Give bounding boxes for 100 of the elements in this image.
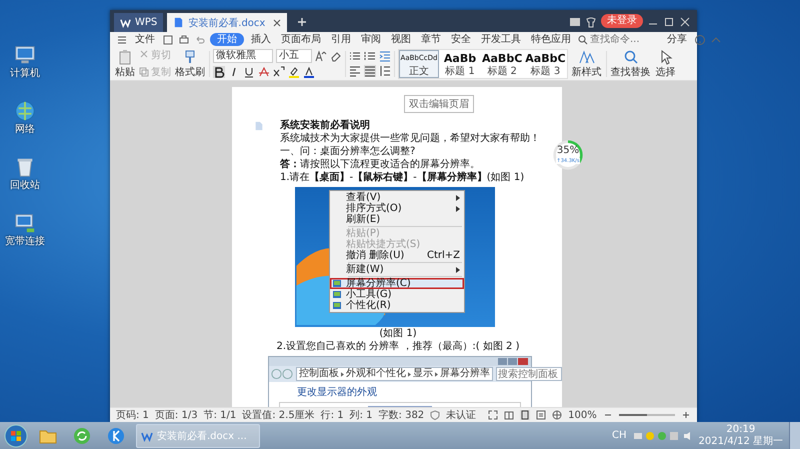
- font-size-select[interactable]: 小五: [276, 49, 312, 63]
- bold-icon[interactable]: [213, 66, 225, 78]
- align-left-icon[interactable]: [349, 65, 361, 77]
- context-menu-item[interactable]: 屏幕分辨率(C): [330, 278, 464, 289]
- chevron-icon: [408, 372, 411, 376]
- document-tab[interactable]: 安装前必看.docx: [167, 13, 288, 32]
- context-menu-item[interactable]: 排序方式(O): [330, 203, 464, 214]
- document-tab[interactable]: WPS: [114, 13, 164, 32]
- wps-logo-icon: [141, 430, 153, 442]
- close-icon[interactable]: [273, 18, 282, 26]
- context-menu-item[interactable]: 个性化(R): [330, 300, 464, 311]
- globe-icon[interactable]: [552, 410, 562, 420]
- figure-caption: (如图 1): [378, 327, 418, 340]
- refresh-icon[interactable]: [72, 426, 92, 446]
- document-icon: [173, 17, 184, 28]
- eraser-icon[interactable]: [330, 50, 342, 62]
- paste-button[interactable]: 粘贴: [114, 48, 136, 78]
- dialog-heading: 更改显示器的外观: [297, 386, 378, 399]
- highlight-icon[interactable]: [288, 66, 300, 78]
- find-replace-button[interactable]: 查找替换: [610, 48, 652, 78]
- help-icon[interactable]: [694, 34, 706, 46]
- header-hint[interactable]: 双击编辑页眉: [404, 95, 474, 113]
- save-icon[interactable]: [162, 34, 174, 46]
- strikethrough-icon[interactable]: [258, 66, 270, 78]
- paragraph: 系统城技术为大家提供一些常见问题，希望对大家有帮助！: [280, 132, 536, 145]
- fullscreen-icon[interactable]: [488, 410, 498, 420]
- superscript-icon[interactable]: [273, 66, 285, 78]
- chevron-icon: [341, 372, 344, 376]
- menu-tab[interactable]: 章节: [418, 33, 444, 46]
- outline-icon[interactable]: [536, 410, 546, 420]
- justify-icon[interactable]: [364, 65, 376, 77]
- k-logo-icon[interactable]: [106, 426, 126, 446]
- paragraph: 1.请在【桌面】-【鼠标右键】-【屏幕分辨率】(如图 1): [280, 171, 526, 184]
- context-menu-item[interactable]: 新建(W): [330, 264, 464, 275]
- select-button[interactable]: 选择: [654, 48, 677, 78]
- window-layout-icon[interactable]: [569, 16, 581, 28]
- page-view-icon[interactable]: [520, 410, 530, 420]
- underline-icon[interactable]: [243, 66, 255, 78]
- skin-icon[interactable]: [585, 16, 597, 28]
- bullet-list-icon[interactable]: [349, 50, 361, 62]
- certification-status[interactable]: 未认证: [446, 408, 476, 422]
- font-color-icon[interactable]: [303, 66, 315, 78]
- status-item: 设置值: 2.5厘米: [242, 408, 315, 422]
- new-tab-icon[interactable]: [297, 17, 308, 27]
- menu-tab[interactable]: 开发工具: [478, 33, 524, 46]
- login-button[interactable]: 未登录: [601, 14, 643, 28]
- share-button[interactable]: 分享: [664, 33, 690, 46]
- style-sample: AaBb: [444, 50, 476, 66]
- letters-icon: [578, 48, 595, 64]
- breadcrumb: 显示: [413, 368, 433, 380]
- menu-tab[interactable]: 视图: [388, 33, 414, 46]
- print-icon[interactable]: [178, 34, 190, 46]
- line-spacing-icon[interactable]: [379, 65, 391, 77]
- desktop-icon-label[interactable]: 宽带连接: [5, 234, 45, 248]
- maximize-icon[interactable]: [663, 16, 675, 28]
- desktop-icon-label[interactable]: 计算机: [10, 66, 40, 80]
- menu-tab[interactable]: 安全: [448, 33, 474, 46]
- zoom-level[interactable]: 100%: [568, 410, 597, 420]
- grow-font-icon[interactable]: [315, 50, 327, 62]
- style-sample: AaBbC: [482, 50, 522, 66]
- menu-tab[interactable]: 文件: [132, 33, 158, 46]
- style-sample: AaBbC: [525, 50, 566, 66]
- submenu-arrow-icon: [456, 266, 460, 272]
- context-menu-item[interactable]: 查看(V): [330, 192, 464, 203]
- menu-tab[interactable]: 页面布局: [278, 33, 324, 46]
- context-menu-item[interactable]: 撤消 删除(U) Ctrl+Z: [330, 250, 464, 261]
- numbered-list-icon[interactable]: [364, 50, 376, 62]
- menu-tab[interactable]: 插入: [248, 33, 274, 46]
- chevron-icon: [435, 372, 438, 376]
- status-item: 列: 1: [350, 409, 373, 422]
- computer-icon[interactable]: [14, 44, 36, 66]
- new-style-button[interactable]: 新样式: [570, 48, 603, 78]
- wps-logo-icon: [120, 17, 131, 28]
- desktop-icon-label[interactable]: 回收站: [10, 178, 40, 192]
- context-menu-item[interactable]: 小工具(G): [330, 289, 464, 300]
- book-icon[interactable]: [504, 410, 514, 420]
- start-button-icon[interactable]: [4, 424, 28, 448]
- command-search-field[interactable]: 查找命令...: [578, 34, 656, 45]
- menu-tab[interactable]: 特色应用: [528, 33, 574, 46]
- menu-tab[interactable]: 开始: [210, 33, 244, 46]
- status-item: 字数: 382: [378, 408, 424, 422]
- network-connection-icon[interactable]: [14, 212, 36, 234]
- menu-tab[interactable]: 引用: [328, 33, 354, 46]
- undo-icon[interactable]: [194, 34, 206, 46]
- search-icon: [578, 34, 588, 44]
- paragraph: 2.设置您自己喜欢的 分辨率 ，推荐（最高）:( 如图 2 ): [276, 340, 520, 353]
- indent-icon[interactable]: [379, 50, 391, 62]
- desktop-icon-label[interactable]: 网络: [15, 122, 35, 136]
- scissors-icon: [139, 50, 149, 60]
- menu-tab[interactable]: 审阅: [358, 33, 384, 46]
- paragraph: 一、问：桌面分辨率怎么调整?: [280, 145, 416, 158]
- context-menu-item[interactable]: 刷新(E): [330, 214, 464, 225]
- status-item: 行: 1: [320, 409, 344, 422]
- format-painter-button[interactable]: 格式刷: [174, 48, 206, 78]
- search-icon: [622, 48, 639, 64]
- globe-icon[interactable]: [14, 100, 36, 122]
- zoom-in-icon[interactable]: [681, 410, 691, 420]
- menu-icon[interactable]: [116, 34, 128, 46]
- breadcrumb: 控制面板: [299, 368, 339, 380]
- font-select[interactable]: 微软雅黑: [213, 49, 273, 63]
